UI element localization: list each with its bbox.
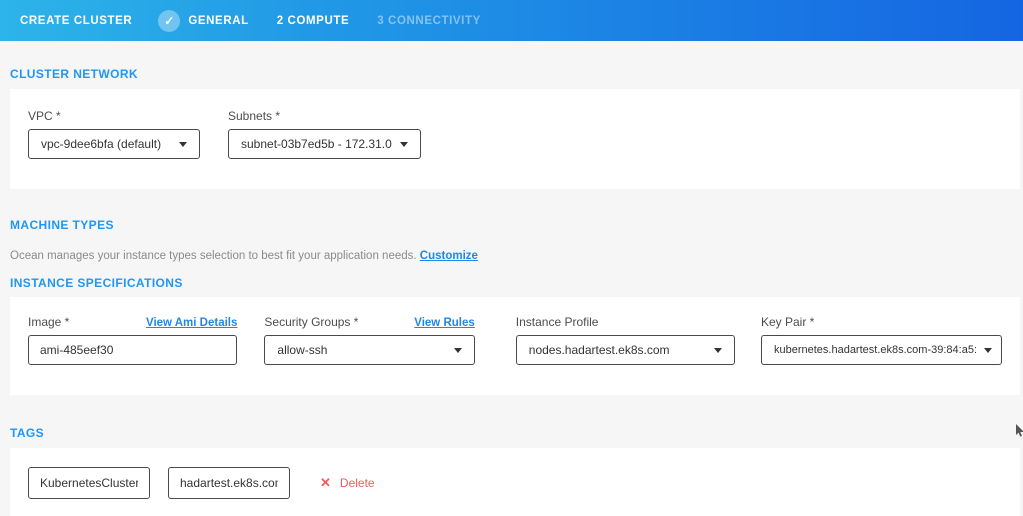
tab-connectivity-label: 3 CONNECTIVITY [377, 15, 481, 27]
tags-heading: TAGS [10, 426, 1023, 440]
tab-general[interactable]: ✓ GENERAL [158, 10, 248, 32]
delete-x-icon: ✕ [320, 475, 331, 491]
instance-specifications-heading: INSTANCE SPECIFICATIONS [10, 276, 1023, 290]
image-input[interactable] [28, 335, 237, 365]
mouse-cursor-icon [1016, 424, 1023, 440]
security-groups-selected-value: allow-ssh [277, 343, 327, 357]
security-groups-label: Security Groups * [264, 315, 358, 329]
delete-tag-button[interactable]: ✕ Delete [320, 475, 375, 491]
chevron-down-icon [400, 142, 408, 147]
instance-profile-selected-value: nodes.hadartest.ek8s.com [529, 343, 670, 357]
chevron-down-icon [984, 348, 992, 353]
vpc-label: VPC * [28, 109, 61, 123]
machine-types-description: Ocean manages your instance types select… [10, 250, 417, 262]
tab-general-label: GENERAL [188, 15, 248, 27]
tab-compute[interactable]: 2 COMPUTE [277, 15, 350, 27]
vpc-select[interactable]: vpc-9dee6bfa (default) [28, 129, 200, 159]
machine-types-description-row: Ocean manages your instance types select… [10, 250, 1023, 262]
step-complete-check-icon: ✓ [158, 10, 180, 32]
subnets-selected-value: subnet-03b7ed5b - 172.31.0.0/20 ... [241, 137, 392, 151]
cluster-network-heading: CLUSTER NETWORK [10, 41, 1023, 81]
image-label: Image * [28, 315, 69, 329]
instance-profile-label: Instance Profile [516, 315, 599, 329]
subnets-select[interactable]: subnet-03b7ed5b - 172.31.0.0/20 ... [228, 129, 421, 159]
subnets-label: Subnets * [228, 109, 280, 123]
tab-compute-label: 2 COMPUTE [277, 15, 350, 27]
view-ami-details-link[interactable]: View Ami Details [146, 317, 237, 329]
chevron-down-icon [454, 348, 462, 353]
instance-profile-select[interactable]: nodes.hadartest.ek8s.com [516, 335, 735, 365]
tag-row: ✕ Delete [28, 467, 1002, 499]
chevron-down-icon [714, 348, 722, 353]
delete-tag-label: Delete [340, 476, 375, 490]
key-pair-select[interactable]: kubernetes.hadartest.ek8s.com-39:84:a5:9… [761, 335, 1002, 365]
wizard-header: CREATE CLUSTER ✓ GENERAL 2 COMPUTE 3 CON… [0, 0, 1023, 41]
wizard-title: CREATE CLUSTER [20, 15, 132, 27]
security-groups-select[interactable]: allow-ssh [264, 335, 474, 365]
tag-key-input[interactable] [28, 467, 150, 499]
instance-specifications-card: Image * View Ami Details Security Groups… [10, 297, 1020, 395]
tag-value-input[interactable] [168, 467, 290, 499]
view-rules-link[interactable]: View Rules [414, 317, 475, 329]
vpc-selected-value: vpc-9dee6bfa (default) [41, 137, 161, 151]
key-pair-selected-value: kubernetes.hadartest.ek8s.com-39:84:a5:9… [774, 344, 976, 356]
chevron-down-icon [179, 142, 187, 147]
tags-card: ✕ Delete [10, 448, 1020, 516]
cluster-network-card: VPC * vpc-9dee6bfa (default) Subnets * s… [10, 89, 1020, 189]
key-pair-label: Key Pair * [761, 315, 814, 329]
machine-types-heading: MACHINE TYPES [10, 218, 1023, 232]
tab-connectivity[interactable]: 3 CONNECTIVITY [377, 15, 481, 27]
customize-link[interactable]: Customize [420, 250, 478, 262]
